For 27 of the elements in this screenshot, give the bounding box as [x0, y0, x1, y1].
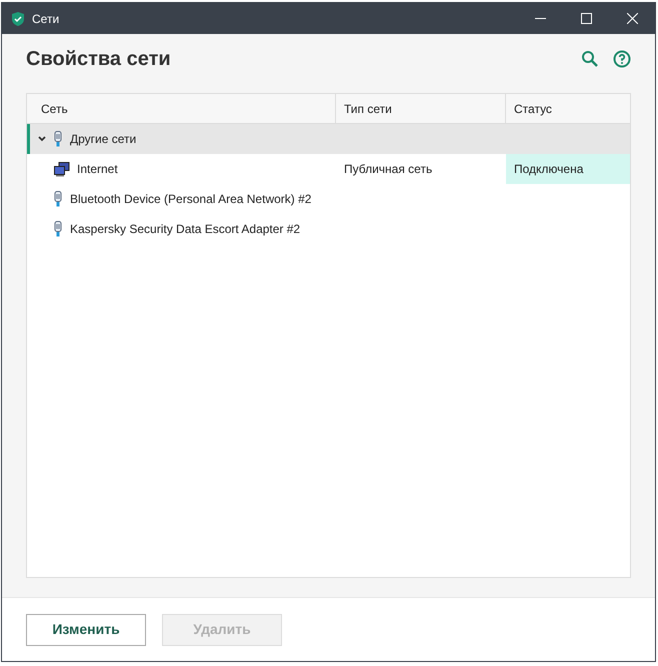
- column-header[interactable]: Тип сети: [336, 94, 506, 123]
- network-adapter-icon: [53, 221, 63, 237]
- help-icon[interactable]: [613, 50, 631, 68]
- table-row[interactable]: Internet Публичная сеть Подключена: [27, 154, 630, 184]
- page-title: Свойства сети: [26, 47, 171, 72]
- edit-button[interactable]: Изменить: [26, 614, 146, 646]
- network-name: Kaspersky Security Data Escort Adapter #2: [70, 221, 300, 238]
- network-name: Другие сети: [70, 131, 136, 148]
- close-icon: [626, 13, 638, 24]
- status-cell: Подключена: [506, 154, 630, 184]
- network-name: Internet: [77, 161, 118, 178]
- minimize-icon: [534, 18, 546, 19]
- column-header[interactable]: Сеть: [27, 94, 336, 123]
- column-header[interactable]: Статус: [506, 94, 630, 123]
- table-row[interactable]: Другие сети: [27, 124, 630, 154]
- chevron-icon[interactable]: [38, 136, 46, 142]
- network-name: Bluetooth Device (Personal Area Network) #2: [70, 191, 312, 208]
- network-adapter-icon: [53, 191, 63, 207]
- network-type: Публичная сеть: [344, 161, 432, 178]
- search-icon[interactable]: [581, 50, 599, 68]
- shield-check-icon: [12, 12, 24, 26]
- table-row[interactable]: Kaspersky Security Data Escort Adapter #2: [27, 214, 630, 244]
- computers-icon: [54, 162, 70, 176]
- table-row[interactable]: Bluetooth Device (Personal Area Network) #2: [27, 184, 630, 214]
- network-adapter-icon: [53, 131, 63, 147]
- window-title: Сети: [32, 10, 60, 28]
- maximize-icon: [580, 13, 592, 24]
